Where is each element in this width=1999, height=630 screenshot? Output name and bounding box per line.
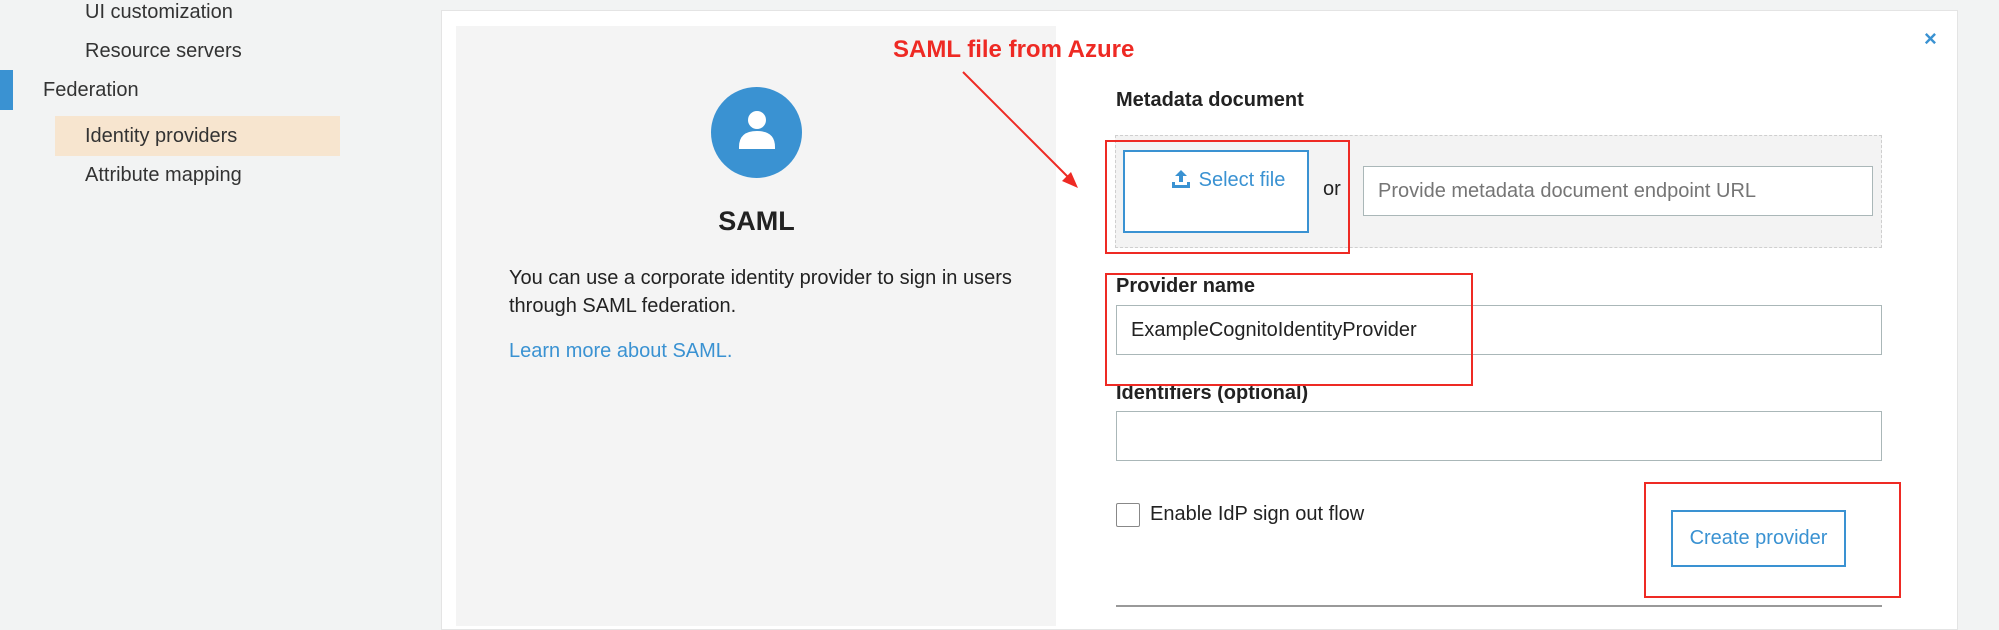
annotation-arrow (962, 71, 1078, 188)
